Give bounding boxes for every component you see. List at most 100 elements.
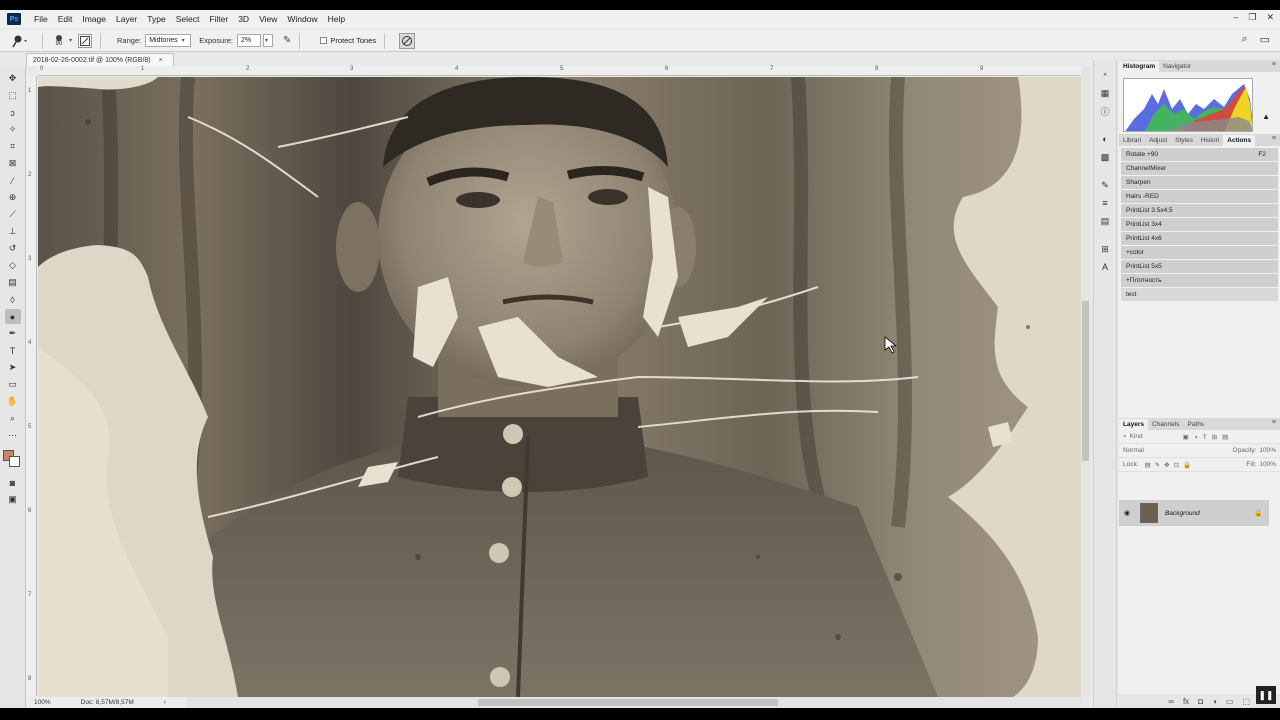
exposure-input[interactable]: 2% [236,34,261,47]
action-item[interactable]: Sharpen [1121,176,1278,189]
background-color-swatch[interactable] [9,456,20,467]
chevron-down-icon[interactable]: ▾ [69,37,72,44]
healing-brush-tool-icon[interactable]: ⊕ [5,190,21,205]
layer-filter-icons[interactable]: ▣◑T⊞▤ [1183,433,1234,441]
tab-adjustments[interactable]: Adjust [1145,135,1171,146]
action-item[interactable]: ChannelMixer [1121,162,1278,175]
action-item[interactable]: PrintList 4x6 [1121,232,1278,245]
action-item[interactable]: PrintList 3x4 [1121,218,1278,231]
document-canvas[interactable] [38,77,1081,697]
new-layer-icon[interactable]: ⬚ [1242,697,1250,706]
vertical-scrollbar[interactable] [1081,66,1090,697]
marquee-tool-icon[interactable]: ⬚ [5,88,21,103]
search-icon[interactable]: ⌕ [1241,33,1247,46]
shape-tool-icon[interactable]: ▭ [5,377,21,392]
type-tool-icon[interactable]: T [5,343,21,358]
brush-tool-icon[interactable]: ⟋ [5,207,21,222]
brush-size-picker[interactable]: 90 [51,33,67,49]
zoom-level[interactable]: 100% [34,699,51,706]
blur-tool-icon[interactable]: ◊ [5,292,21,307]
gradient-tool-icon[interactable]: ▤ [5,275,21,290]
tab-libraries[interactable]: Librari [1119,135,1145,146]
pause-icon[interactable]: ❚❚ [1256,686,1276,704]
menu-layer[interactable]: Layer [111,14,142,24]
brushes-panel-icon[interactable]: ≡ [1097,195,1113,211]
color-panel-icon[interactable]: ◐ [1097,131,1113,147]
tab-styles[interactable]: Styles [1171,135,1197,146]
path-select-tool-icon[interactable]: ➤ [5,360,21,375]
horizontal-scrollbar[interactable] [38,697,1081,708]
menu-file[interactable]: File [29,14,53,24]
blend-mode-select[interactable]: Normal [1123,447,1144,454]
panel-menu-icon[interactable]: ≡ [1272,419,1276,426]
kind-filter[interactable]: Kind [1130,433,1143,440]
burn-tool-icon[interactable]: ● [4,309,21,324]
lasso-tool-icon[interactable]: ↄ [5,105,21,120]
move-tool-icon[interactable]: ✥ [5,71,21,86]
menu-image[interactable]: Image [77,14,111,24]
character-panel-icon[interactable]: A [1097,259,1113,275]
tab-actions[interactable]: Actions [1223,135,1256,146]
panel-menu-icon[interactable]: ≡ [1272,61,1276,68]
tool-preset-picker[interactable] [6,32,34,50]
swatches-panel-icon[interactable]: ▩ [1097,149,1113,165]
action-item[interactable]: +Плотность [1121,274,1278,287]
status-arrow-icon[interactable]: › [164,699,166,706]
properties-panel-icon[interactable]: ⊞ [1097,241,1113,257]
menu-view[interactable]: View [254,14,282,24]
workspace-icon[interactable]: ▭ [1260,33,1270,46]
adjustment-layer-icon[interactable]: ◑ [1212,697,1217,706]
menu-select[interactable]: Select [171,14,205,24]
close-icon[interactable]: ✕ [1266,12,1274,23]
hand-tool-icon[interactable]: ✋ [5,394,21,409]
quick-select-tool-icon[interactable]: ✧ [5,122,21,137]
lock-icons[interactable]: ▤✎✥⊡🔒 [1145,461,1196,469]
exposure-dropdown[interactable]: ▾ [262,34,273,47]
visibility-eye-icon[interactable]: ◉ [1124,509,1134,517]
layer-row-background[interactable]: ◉ Background 🔒 [1119,500,1269,526]
zoom-tool-icon[interactable]: ⌕ [5,411,21,426]
scrollbar-thumb[interactable] [478,699,778,706]
quick-mask-icon[interactable]: ◙ [5,475,21,490]
panel-menu-icon[interactable]: ≡ [1272,135,1276,142]
history-brush-tool-icon[interactable]: ↺ [5,241,21,256]
crop-tool-icon[interactable]: ⌗ [5,139,21,154]
menu-filter[interactable]: Filter [204,14,233,24]
brush-panel-button[interactable] [78,33,93,48]
menu-window[interactable]: Window [282,14,322,24]
tab-history[interactable]: Histori [1197,135,1223,146]
action-item[interactable]: Hairs -RED [1121,190,1278,203]
action-item[interactable]: PrintList 3.5x4.5 [1121,204,1278,217]
action-item[interactable]: PrintList 5x5 [1121,260,1278,273]
pen-tool-icon[interactable]: ✒ [5,326,21,341]
action-item[interactable]: Rotate +90 F2 [1121,148,1278,161]
tab-channels[interactable]: Channels [1148,419,1183,430]
navigator-panel-icon[interactable]: ▦ [1097,85,1113,101]
clone-source-icon[interactable]: ▤ [1097,213,1113,229]
minimize-icon[interactable]: – [1233,12,1238,23]
eyedropper-tool-icon[interactable]: ⁄ [5,173,21,188]
airbrush-icon[interactable]: ✎ [283,35,291,46]
group-icon[interactable]: ▭ [1226,697,1234,706]
fx-icon[interactable]: fx [1183,697,1189,706]
action-item[interactable]: test [1121,288,1278,301]
more-tools-icon[interactable]: ⋯ [5,428,21,443]
fill-value[interactable]: 100% [1259,461,1276,468]
eraser-tool-icon[interactable]: ◇ [5,258,21,273]
link-layers-icon[interactable]: ∞ [1168,697,1174,706]
collapse-arrows-icon[interactable]: « [1097,67,1113,83]
restore-icon[interactable]: ❐ [1248,12,1256,23]
menu-edit[interactable]: Edit [53,14,78,24]
pressure-size-button[interactable] [399,32,416,49]
tab-paths[interactable]: Paths [1183,419,1208,430]
tab-navigator[interactable]: Navigator [1159,61,1195,72]
frame-tool-icon[interactable]: ⊠ [5,156,21,171]
menu-type[interactable]: Type [142,14,170,24]
protect-tones-checkbox[interactable] [320,37,328,44]
scrollbar-thumb[interactable] [1082,301,1089,461]
opacity-value[interactable]: 100% [1259,447,1276,454]
screen-mode-icon[interactable]: ▣ [5,492,21,507]
action-item[interactable]: +color [1121,246,1278,259]
menu-3d[interactable]: 3D [233,14,254,24]
clone-stamp-tool-icon[interactable]: ⊥ [5,224,21,239]
